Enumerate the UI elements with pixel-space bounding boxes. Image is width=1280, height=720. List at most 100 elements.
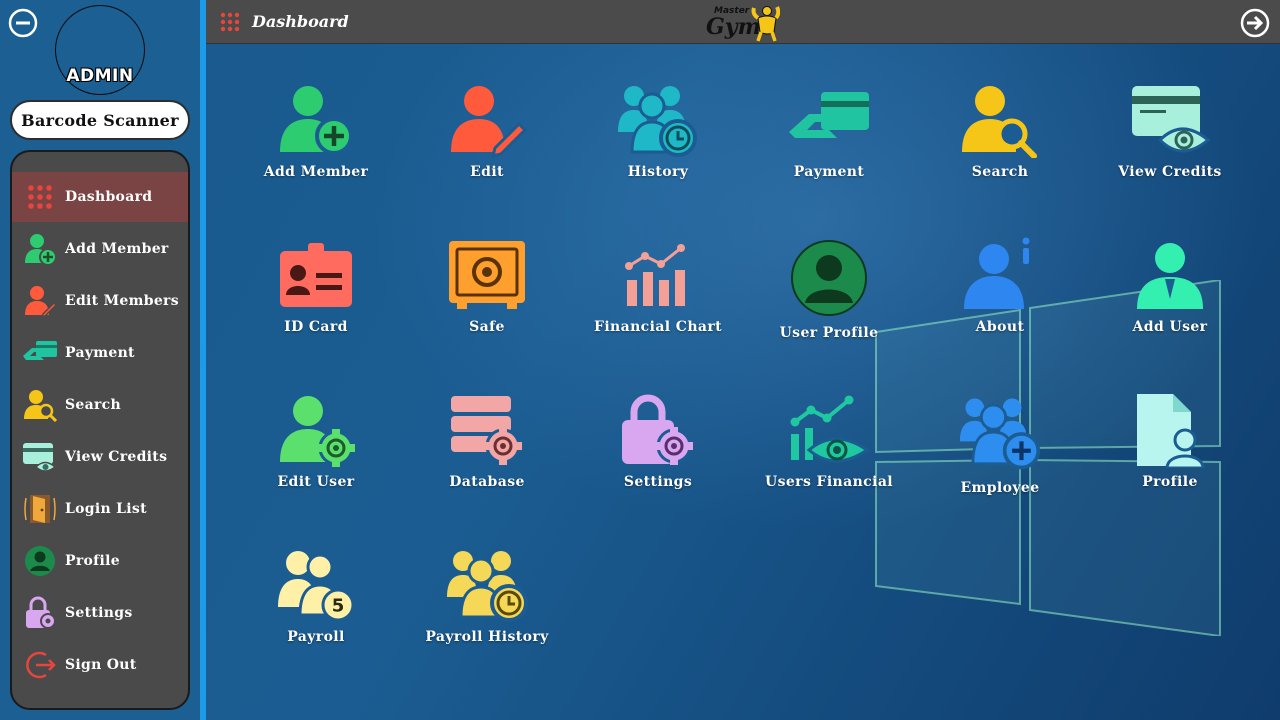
dashboard-grid-icon: [22, 179, 58, 215]
tile-payroll[interactable]: 5 Payroll: [246, 545, 386, 665]
nav-panel: Dashboard Add Member Edit Members Paymen…: [10, 150, 190, 710]
add-member-icon: [274, 80, 358, 160]
page-title: Dashboard: [252, 12, 349, 31]
dashboard-grid-icon[interactable]: [220, 12, 240, 32]
tile-label: Employee: [960, 480, 1040, 496]
svg-text:5: 5: [332, 596, 345, 617]
payment-icon: [22, 335, 58, 371]
tile-label: Profile: [1142, 474, 1198, 490]
tile-safe[interactable]: Safe: [417, 235, 557, 355]
tile-about[interactable]: About: [930, 235, 1070, 355]
users-financial-icon: [787, 390, 871, 470]
sidebar-item-add-member[interactable]: Add Member: [12, 224, 188, 274]
tile-profile[interactable]: Profile: [1100, 390, 1240, 510]
tile-payroll-history[interactable]: Payroll History: [417, 545, 557, 665]
tile-employee[interactable]: Employee: [930, 390, 1070, 510]
tile-label: Add Member: [263, 164, 369, 180]
tile-label: Safe: [469, 319, 505, 335]
tile-label: Search: [971, 164, 1029, 180]
tile-financial-chart[interactable]: Financial Chart: [588, 235, 728, 355]
sidebar-item-label: Sign Out: [65, 657, 137, 673]
id-card-icon: [274, 235, 358, 315]
payroll-icon: 5: [274, 545, 358, 625]
payroll-history-icon: [445, 545, 529, 625]
door-icon: [22, 491, 58, 527]
tile-label: History: [627, 164, 689, 180]
tile-label: Database: [449, 474, 525, 490]
tile-database[interactable]: Database: [417, 390, 557, 510]
sign-out-icon: [22, 647, 58, 683]
admin-label: ADMIN: [66, 66, 134, 86]
tile-label: Users Financial: [764, 474, 894, 490]
sidebar-item-label: Search: [65, 397, 121, 413]
tile-add-member[interactable]: Add Member: [246, 80, 386, 200]
sidebar-item-login-list[interactable]: Login List: [12, 484, 188, 534]
tile-edit-user[interactable]: Edit User: [246, 390, 386, 510]
tile-label: Payroll: [287, 629, 345, 645]
sidebar-item-view-credits[interactable]: View Credits: [12, 432, 188, 482]
tile-settings[interactable]: Settings: [588, 390, 728, 510]
tile-label: Edit: [470, 164, 504, 180]
tile-label: ID Card: [284, 319, 348, 335]
settings-lock-icon: [22, 595, 58, 631]
view-credits-icon: [22, 439, 58, 475]
tile-label: Financial Chart: [593, 319, 723, 335]
tile-label: Add User: [1132, 319, 1208, 335]
sidebar-item-sign-out[interactable]: Sign Out: [12, 640, 188, 690]
edit-user-icon: [274, 390, 358, 470]
bodybuilder-icon: [751, 6, 780, 42]
sidebar: ADMIN Barcode Scanner Dashboard Add Memb…: [0, 0, 206, 720]
search-user-icon: [958, 80, 1042, 160]
exit-arrow-icon[interactable]: [1240, 8, 1270, 38]
about-user-icon: [958, 235, 1042, 315]
user-profile-icon: [787, 235, 871, 321]
tile-label: User Profile: [779, 325, 879, 341]
tile-edit[interactable]: Edit: [417, 80, 557, 200]
tile-view-credits[interactable]: View Credits: [1100, 80, 1240, 200]
tile-id-card[interactable]: ID Card: [246, 235, 386, 355]
tile-user-profile[interactable]: User Profile: [759, 235, 899, 355]
sidebar-item-settings[interactable]: Settings: [12, 588, 188, 638]
profile-document-icon: [1128, 390, 1212, 470]
database-icon: [445, 390, 529, 470]
tile-add-user[interactable]: Add User: [1100, 235, 1240, 355]
edit-member-icon: [445, 80, 529, 160]
view-credits-icon: [1128, 80, 1212, 160]
sidebar-item-dashboard[interactable]: Dashboard: [12, 172, 188, 222]
tile-users-financial[interactable]: Users Financial: [759, 390, 899, 510]
tile-history[interactable]: History: [588, 80, 728, 200]
employee-icon: [958, 390, 1042, 476]
barcode-scanner-button[interactable]: Barcode Scanner: [10, 100, 190, 140]
tile-payment[interactable]: Payment: [759, 80, 899, 200]
sidebar-item-label: View Credits: [65, 449, 168, 465]
tile-label: Payroll History: [425, 629, 549, 645]
financial-chart-icon: [616, 235, 700, 315]
profile-icon: [22, 543, 58, 579]
sidebar-item-search[interactable]: Search: [12, 380, 188, 430]
add-user-icon: [1128, 235, 1212, 315]
sidebar-item-edit-members[interactable]: Edit Members: [12, 276, 188, 326]
sidebar-item-label: Add Member: [65, 241, 169, 257]
sidebar-item-label: Edit Members: [65, 293, 179, 309]
edit-member-icon: [22, 283, 58, 319]
settings-lock-icon: [616, 390, 700, 470]
sidebar-item-label: Profile: [65, 553, 120, 569]
add-member-icon: [22, 231, 58, 267]
search-user-icon: [22, 387, 58, 423]
safe-icon: [445, 235, 529, 315]
sidebar-item-label: Dashboard: [65, 189, 153, 205]
history-icon: [616, 80, 700, 160]
tile-label: About: [975, 319, 1025, 335]
tile-label: View Credits: [1118, 164, 1222, 180]
tile-search[interactable]: Search: [930, 80, 1070, 200]
brand-logo: Master Gym: [700, 2, 782, 44]
sidebar-item-payment[interactable]: Payment: [12, 328, 188, 378]
collapse-minus-icon[interactable]: [8, 8, 38, 38]
tile-label: Payment: [793, 164, 865, 180]
sidebar-item-label: Payment: [65, 345, 135, 361]
payment-icon: [787, 80, 871, 160]
sidebar-item-profile[interactable]: Profile: [12, 536, 188, 586]
dashboard-main: Add Member Edit History Payment Search V…: [206, 44, 1280, 720]
sidebar-item-label: Settings: [65, 605, 133, 621]
tile-label: Edit User: [277, 474, 355, 490]
